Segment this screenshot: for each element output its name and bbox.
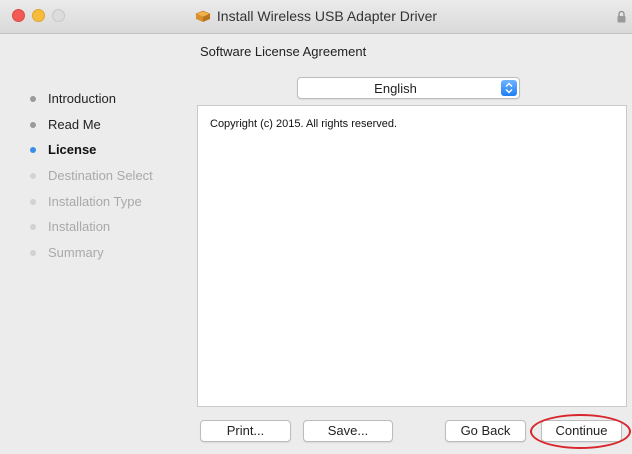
license-text: Copyright (c) 2015. All rights reserved. — [210, 118, 398, 130]
step-destination-select: Destination Select — [30, 167, 200, 185]
page-title: Software License Agreement — [200, 44, 367, 59]
step-bullet-icon — [30, 199, 36, 205]
step-label: License — [48, 142, 97, 157]
window-title-area: Install Wireless USB Adapter Driver — [0, 8, 632, 24]
step-summary: Summary — [30, 244, 200, 262]
step-label: Introduction — [48, 91, 116, 106]
step-label: Summary — [48, 245, 104, 260]
step-installation-type: Installation Type — [30, 193, 200, 211]
lock-icon — [617, 10, 626, 23]
step-installation: Installation — [30, 218, 200, 236]
step-bullet-icon — [30, 96, 36, 102]
step-bullet-icon — [30, 122, 36, 128]
license-text-area[interactable]: Copyright (c) 2015. All rights reserved. — [197, 105, 627, 407]
step-bullet-icon — [30, 147, 36, 153]
title-bar: Install Wireless USB Adapter Driver — [0, 0, 632, 34]
save-button[interactable]: Save... — [303, 420, 393, 442]
step-label: Read Me — [48, 117, 101, 132]
continue-highlight-annotation — [530, 414, 631, 449]
step-label: Installation — [48, 219, 111, 234]
step-bullet-icon — [30, 173, 36, 179]
stepper-icon — [501, 80, 517, 96]
language-select-value: English — [374, 81, 417, 96]
window-title: Install Wireless USB Adapter Driver — [216, 8, 438, 24]
step-read-me: Read Me — [30, 116, 200, 134]
step-bullet-icon — [30, 224, 36, 230]
step-license: License — [30, 141, 200, 159]
go-back-button[interactable]: Go Back — [445, 420, 526, 442]
step-label: Installation Type — [48, 194, 142, 209]
package-icon — [195, 10, 211, 22]
print-button[interactable]: Print... — [200, 420, 291, 442]
language-select[interactable]: English — [297, 77, 520, 99]
step-introduction: Introduction — [30, 90, 200, 108]
step-label: Destination Select — [48, 168, 153, 183]
installer-window: Install Wireless USB Adapter Driver Soft… — [0, 0, 632, 454]
step-bullet-icon — [30, 250, 36, 256]
